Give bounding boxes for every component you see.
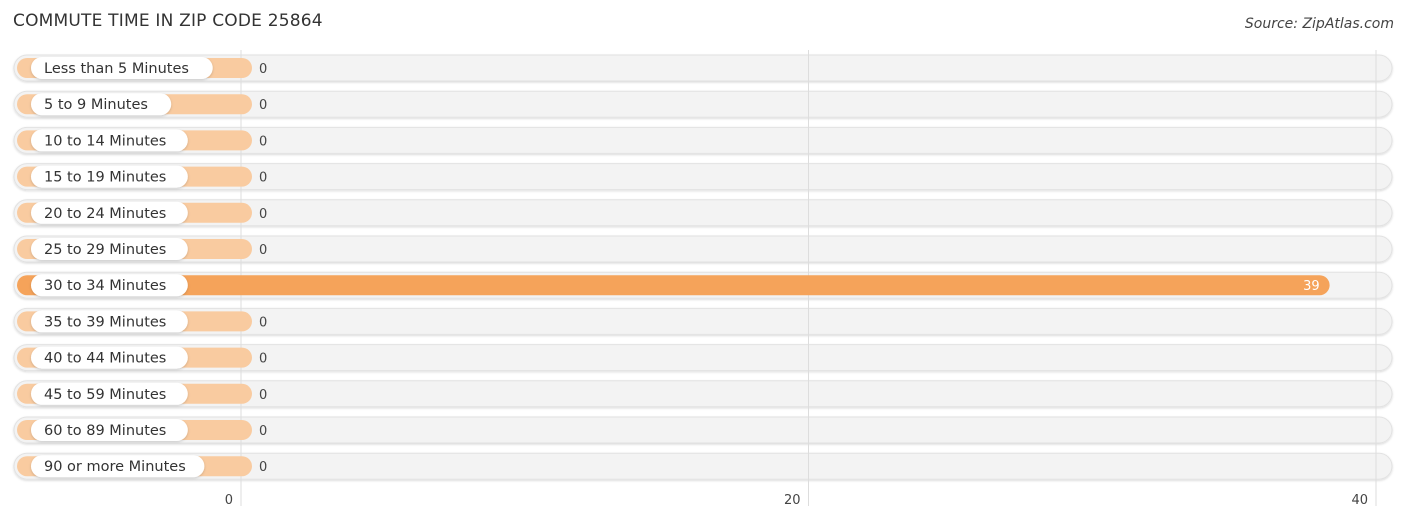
category-label: 5 to 9 Minutes bbox=[44, 97, 148, 113]
category-label: 25 to 29 Minutes bbox=[44, 242, 166, 258]
category-label: 90 or more Minutes bbox=[44, 459, 186, 475]
category-label: 35 to 39 Minutes bbox=[44, 314, 166, 330]
value-label: 0 bbox=[259, 62, 267, 77]
value-label: 0 bbox=[259, 171, 267, 186]
category-label: 20 to 24 Minutes bbox=[44, 206, 166, 222]
bar bbox=[17, 275, 1330, 296]
bars: Less than 5 Minutes 0 5 to 9 Minutes 0 10 to… bbox=[17, 57, 1330, 478]
value-label: 0 bbox=[259, 424, 267, 439]
value-label: 0 bbox=[259, 352, 267, 367]
category-label: 10 to 14 Minutes bbox=[44, 133, 166, 149]
category-label: 30 to 34 Minutes bbox=[44, 278, 166, 294]
value-label: 0 bbox=[259, 460, 267, 475]
x-tick-label: 0 bbox=[225, 493, 233, 508]
bar-chart: Less than 5 Minutes 0 5 to 9 Minutes 0 10 to… bbox=[13, 50, 1393, 508]
category-label: Less than 5 Minutes bbox=[44, 61, 189, 77]
category-label: 60 to 89 Minutes bbox=[44, 423, 166, 439]
x-tick-label: 40 bbox=[1351, 493, 1368, 508]
category-label: 40 to 44 Minutes bbox=[44, 351, 166, 367]
value-label: 0 bbox=[259, 207, 267, 222]
value-label: 0 bbox=[259, 388, 267, 403]
value-label: 0 bbox=[259, 134, 267, 149]
bar-tracks bbox=[13, 54, 1393, 480]
x-tick-label: 20 bbox=[784, 493, 801, 508]
x-axis-ticks: 0 20 40 bbox=[225, 493, 1368, 508]
value-label: 39 bbox=[1303, 279, 1320, 294]
value-label: 0 bbox=[259, 98, 267, 113]
category-label: 15 to 19 Minutes bbox=[44, 170, 166, 186]
value-label: 0 bbox=[259, 243, 267, 258]
value-label: 0 bbox=[259, 315, 267, 330]
category-label: 45 to 59 Minutes bbox=[44, 387, 166, 403]
